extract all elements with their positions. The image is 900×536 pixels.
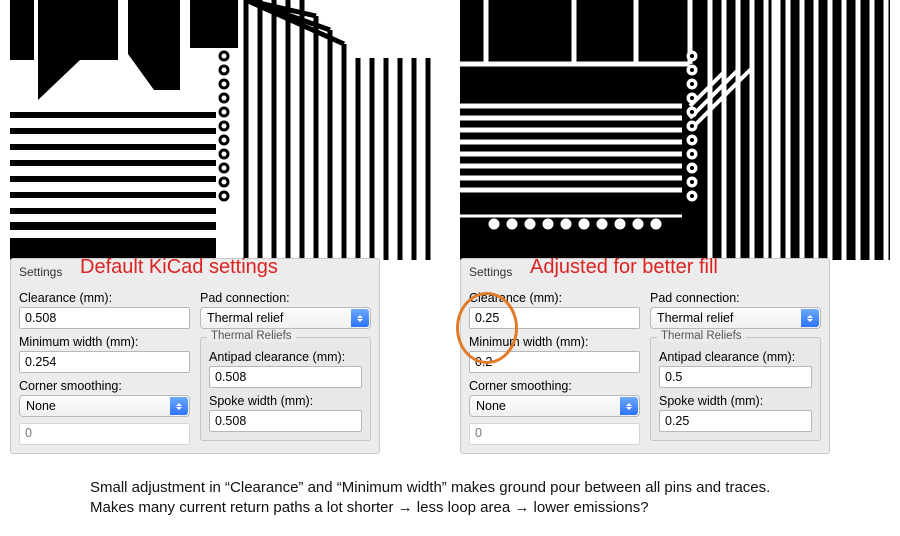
smoothing-label: Corner smoothing: bbox=[469, 379, 640, 393]
clearance-label: Clearance (mm): bbox=[469, 291, 640, 305]
thermal-reliefs-title: Thermal Reliefs bbox=[657, 330, 746, 342]
spoke-input[interactable] bbox=[209, 410, 362, 432]
updown-icon bbox=[620, 397, 638, 415]
padconn-select[interactable]: Thermal relief bbox=[200, 307, 371, 329]
padconn-select[interactable]: Thermal relief bbox=[650, 307, 821, 329]
updown-icon bbox=[170, 397, 188, 415]
clearance-label: Clearance (mm): bbox=[19, 291, 190, 305]
padconn-value: Thermal relief bbox=[207, 311, 283, 325]
smoothing-select[interactable]: None bbox=[19, 395, 190, 417]
padconn-label: Pad connection: bbox=[200, 291, 371, 305]
smoothing-value: None bbox=[476, 399, 506, 413]
antipad-label: Antipad clearance (mm): bbox=[659, 350, 812, 364]
minwidth-label: Minimum width (mm): bbox=[469, 335, 640, 349]
caption-line-2: Makes many current return paths a lot sh… bbox=[90, 498, 860, 518]
pcb-image-adjusted bbox=[460, 0, 890, 260]
updown-icon bbox=[801, 309, 819, 327]
pcb-image-default bbox=[10, 0, 440, 260]
overlay-title-right: Adjusted for better fill bbox=[530, 256, 718, 279]
caption-line-1: Small adjustment in “Clearance” and “Min… bbox=[90, 478, 860, 498]
settings-panel-left: Settings Clearance (mm): Minimum width (… bbox=[10, 258, 380, 454]
panel-adjusted: Adjusted for better fill Settings Cleara… bbox=[460, 0, 890, 260]
antipad-input[interactable] bbox=[659, 366, 812, 388]
corner-radius-input[interactable]: 0 bbox=[19, 423, 190, 445]
minwidth-input[interactable] bbox=[469, 351, 640, 373]
thermal-reliefs-title: Thermal Reliefs bbox=[207, 330, 296, 342]
minwidth-label: Minimum width (mm): bbox=[19, 335, 190, 349]
clearance-input[interactable] bbox=[19, 307, 190, 329]
smoothing-value: None bbox=[26, 399, 56, 413]
antipad-input[interactable] bbox=[209, 366, 362, 388]
settings-panel-right: Settings Clearance (mm): Minimum width (… bbox=[460, 258, 830, 454]
padconn-value: Thermal relief bbox=[657, 311, 733, 325]
panel-default: Default KiCad settings Settings Clearanc… bbox=[10, 0, 440, 260]
spoke-input[interactable] bbox=[659, 410, 812, 432]
overlay-title-left: Default KiCad settings bbox=[80, 256, 278, 279]
padconn-label: Pad connection: bbox=[650, 291, 821, 305]
spoke-label: Spoke width (mm): bbox=[209, 394, 362, 408]
smoothing-select[interactable]: None bbox=[469, 395, 640, 417]
caption: Small adjustment in “Clearance” and “Min… bbox=[90, 478, 860, 519]
thermal-reliefs-group: Thermal Reliefs Antipad clearance (mm): … bbox=[200, 337, 371, 441]
thermal-reliefs-group: Thermal Reliefs Antipad clearance (mm): … bbox=[650, 337, 821, 441]
antipad-label: Antipad clearance (mm): bbox=[209, 350, 362, 364]
smoothing-label: Corner smoothing: bbox=[19, 379, 190, 393]
updown-icon bbox=[351, 309, 369, 327]
clearance-input[interactable] bbox=[469, 307, 640, 329]
minwidth-input[interactable] bbox=[19, 351, 190, 373]
corner-radius-input[interactable]: 0 bbox=[469, 423, 640, 445]
spoke-label: Spoke width (mm): bbox=[659, 394, 812, 408]
